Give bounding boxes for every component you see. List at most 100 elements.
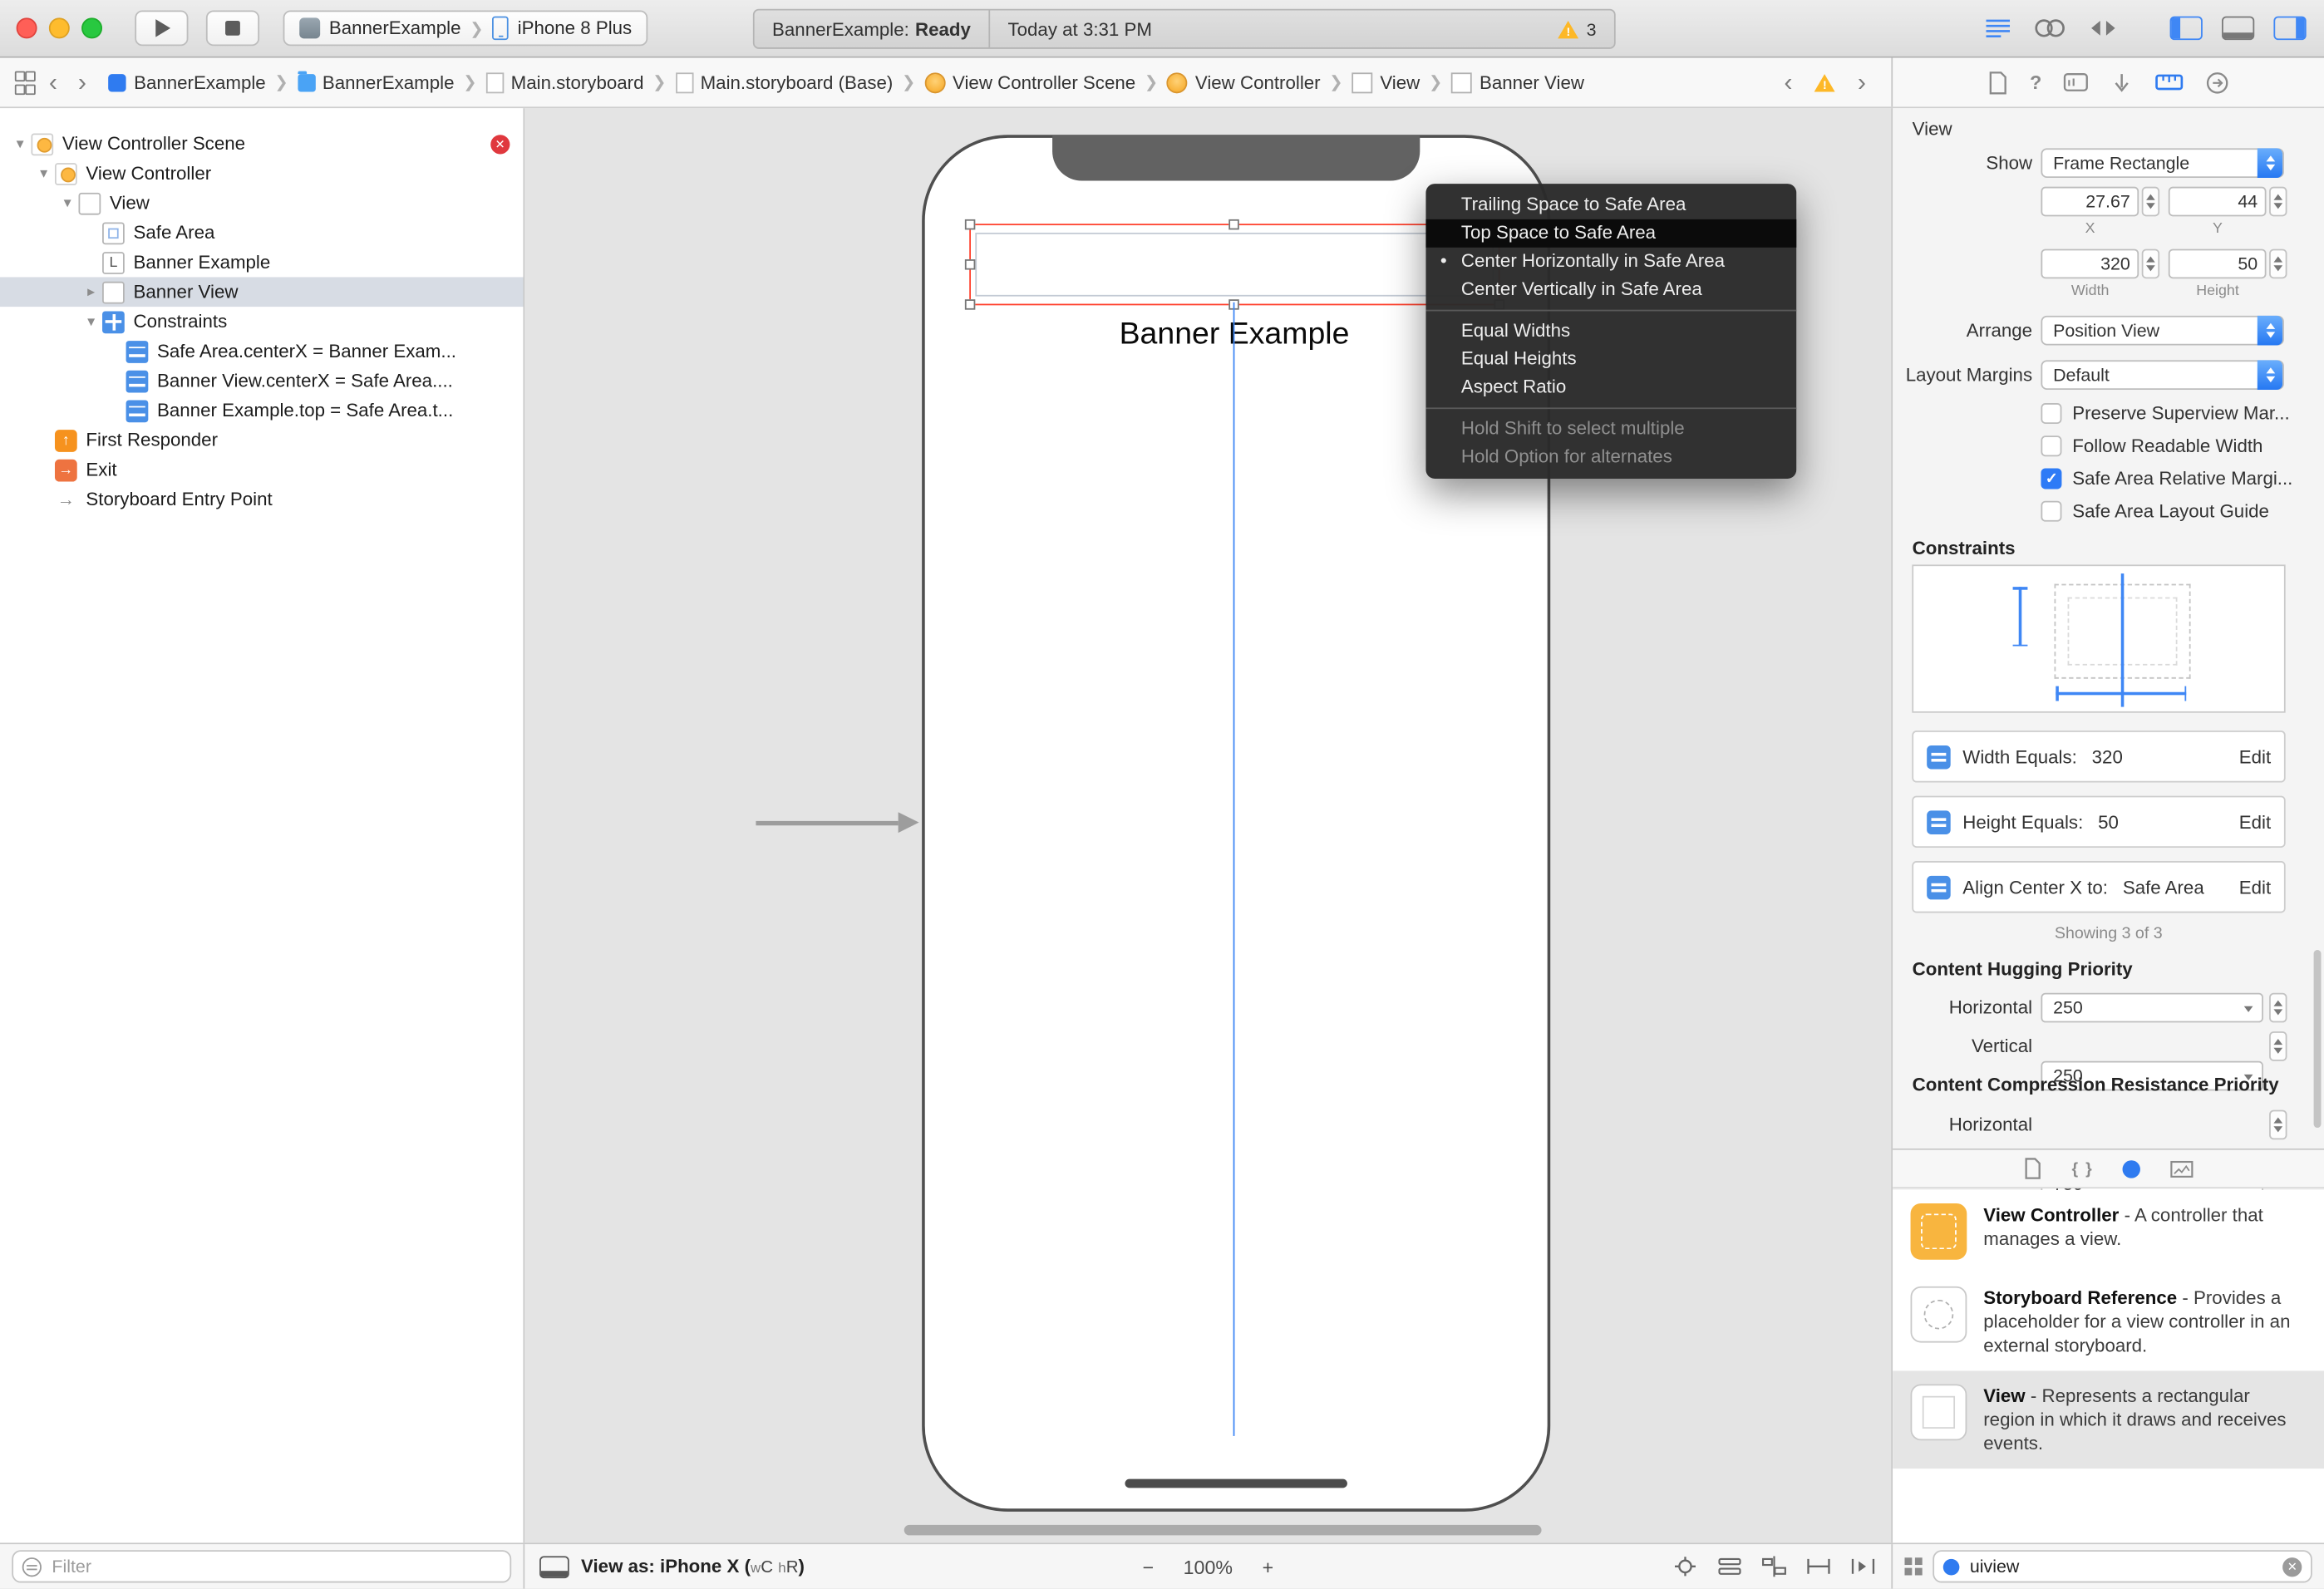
constraint-row-align-center-x[interactable]: Align Center X to: Safe Area Edit [1912,861,2287,913]
banner-view-selection[interactable] [964,219,1504,310]
outline-row-banner-view[interactable]: ▸ Banner View [0,277,524,307]
banner-example-label[interactable]: Banner Example [969,317,1499,353]
constraint-row-height[interactable]: Height Equals: 50 Edit [1912,795,2287,848]
hugging-horizontal-stepper[interactable] [2269,992,2287,1023]
width-stepper[interactable] [2142,248,2160,279]
constraint-row-width[interactable]: Width Equals: 320 Edit [1912,731,2287,783]
breadcrumb-scene[interactable]: View Controller Scene [924,71,1135,93]
attributes-inspector-icon[interactable] [2111,71,2134,92]
library-item-storyboard-reference[interactable]: Storyboard Reference - Provides a placeh… [1893,1273,2324,1371]
arrange-popup[interactable]: Position View [2041,315,2285,346]
outline-row-banner-example[interactable]: L Banner Example [0,248,523,278]
inspector-scrollbar[interactable] [2313,950,2322,1129]
previous-issue-button[interactable]: ‹ [1774,70,1803,95]
version-editor-icon[interactable] [2087,17,2120,38]
breadcrumb-view-controller[interactable]: View Controller [1166,71,1321,93]
error-badge-icon[interactable]: ✕ [490,134,510,154]
breadcrumb-view[interactable]: View [1352,71,1420,93]
connections-inspector-icon[interactable] [2206,71,2230,95]
menu-item-equal-heights[interactable]: Equal Heights [1425,345,1796,373]
checkbox-preserve-superview[interactable]: Preserve Superview Mar... [2041,401,2290,426]
disclosure-open-icon[interactable]: ▾ [57,194,79,211]
edit-button[interactable]: Edit [2239,746,2271,767]
breadcrumb-storyboard[interactable]: Main.storyboard [485,71,643,93]
back-button[interactable]: ‹ [38,70,67,95]
checkbox-safe-area-layout-guide[interactable]: Safe Area Layout Guide [2041,499,2269,524]
layout-margins-popup[interactable]: Default [2041,360,2285,390]
add-constraints-icon[interactable] [1805,1556,1832,1577]
outline-row-constraint[interactable]: Banner Example.top = Safe Area.t... [0,396,523,426]
toggle-navigator-button[interactable] [2169,16,2203,41]
embed-in-stack-icon[interactable] [1716,1556,1743,1577]
device-bar-toggle-icon[interactable] [539,1555,569,1578]
edit-button[interactable]: Edit [2239,877,2271,898]
outline-row-entry-point[interactable]: → Storyboard Entry Point [0,485,523,514]
disclosure-closed-icon[interactable]: ▸ [80,283,102,300]
x-field[interactable]: 27.67 [2041,186,2139,217]
size-inspector-icon[interactable] [2156,74,2184,91]
library-grid-icon[interactable] [1904,1557,1923,1576]
view-as-label[interactable]: View as: iPhone X (w C h R) [581,1556,805,1577]
checkbox-safe-area-relative[interactable]: ✓ Safe Area Relative Margi... [2041,467,2292,491]
outline-row-safe-area[interactable]: Safe Area [0,218,523,248]
forward-button[interactable]: › [67,70,96,95]
outline-row-first-responder[interactable]: ↑ First Responder [0,426,523,455]
hugging-horizontal-field[interactable]: 250 [2041,992,2264,1023]
zoom-in-button[interactable]: + [1263,1555,1274,1577]
menu-item-aspect-ratio[interactable]: Aspect Ratio [1425,373,1796,401]
code-snippet-library-icon[interactable]: { } [2072,1159,2094,1177]
object-library-icon[interactable] [2123,1159,2141,1178]
resize-handle[interactable] [964,219,975,230]
file-template-library-icon[interactable] [2023,1158,2042,1180]
update-frames-icon[interactable] [1672,1556,1698,1577]
align-icon[interactable] [1760,1556,1787,1577]
menu-item-trailing-space[interactable]: Trailing Space to Safe Area [1425,191,1796,219]
width-field[interactable]: 320 [2041,248,2139,279]
outline-row-scene[interactable]: ▾ View Controller Scene ✕ [0,129,523,159]
menu-item-center-horizontally[interactable]: Center Horizontally in Safe Area [1425,248,1796,276]
menu-item-equal-widths[interactable]: Equal Widths [1425,317,1796,346]
horizontal-scrollbar[interactable] [904,1524,1542,1536]
media-library-icon[interactable] [2170,1159,2194,1178]
y-field[interactable]: 44 [2169,186,2267,217]
stop-button[interactable] [205,10,260,47]
toggle-inspectors-button[interactable] [2273,16,2307,41]
disclosure-open-icon[interactable]: ▾ [80,313,102,330]
menu-item-center-vertically[interactable]: Center Vertically in Safe Area [1425,276,1796,304]
disclosure-open-icon[interactable]: ▾ [9,135,32,152]
zoom-window-button[interactable] [81,17,103,39]
compression-horizontal-stepper[interactable] [2269,1109,2287,1140]
quick-help-inspector-icon[interactable]: ? [2030,71,2041,94]
y-stepper[interactable] [2269,186,2287,217]
storyboard-canvas[interactable]: Banner Example Trailing Space to Safe Ar… [524,108,1893,1543]
warning-icon[interactable]: ! [1814,73,1836,91]
outline-row-view-controller[interactable]: ▾ View Controller [0,159,523,189]
outline-row-exit[interactable]: → Exit [0,455,523,485]
edit-button[interactable]: Edit [2239,811,2271,832]
checkbox-follow-readable-width[interactable]: Follow Readable Width [2041,434,2262,458]
zoom-out-button[interactable]: − [1142,1555,1154,1577]
breadcrumb-banner-view[interactable]: Banner View [1451,71,1584,93]
identity-inspector-icon[interactable] [2064,72,2089,91]
run-button[interactable] [135,10,189,47]
assistant-editor-icon[interactable] [2032,17,2068,38]
zoom-level[interactable]: 100% [1184,1555,1233,1577]
clear-filter-icon[interactable]: ✕ [2282,1557,2302,1577]
outline-row-constraint[interactable]: Safe Area.centerX = Banner Exam... [0,337,523,367]
show-popup[interactable]: Frame Rectangle [2041,148,2285,178]
next-issue-button[interactable]: › [1847,70,1876,95]
disclosure-open-icon[interactable]: ▾ [32,165,55,182]
breadcrumb-project[interactable]: BannerExample [108,71,266,92]
breadcrumb-storyboard-base[interactable]: Main.storyboard (Base) [675,71,893,93]
library-filter-input[interactable] [1967,1554,2276,1579]
outline-row-constraints[interactable]: ▾ Constraints [0,307,523,337]
hugging-vertical-stepper[interactable] [2269,1031,2287,1061]
outline-filter-input[interactable] [48,1554,501,1579]
file-inspector-icon[interactable] [1987,71,2007,95]
close-window-button[interactable] [16,17,37,39]
height-field[interactable]: 50 [2169,248,2267,279]
height-stepper[interactable] [2269,248,2287,279]
menu-item-top-space[interactable]: Top Space to Safe Area [1425,219,1796,248]
library-item-view-controller[interactable]: View Controller - A controller that mana… [1893,1190,2324,1273]
outline-row-view[interactable]: ▾ View [0,188,523,218]
